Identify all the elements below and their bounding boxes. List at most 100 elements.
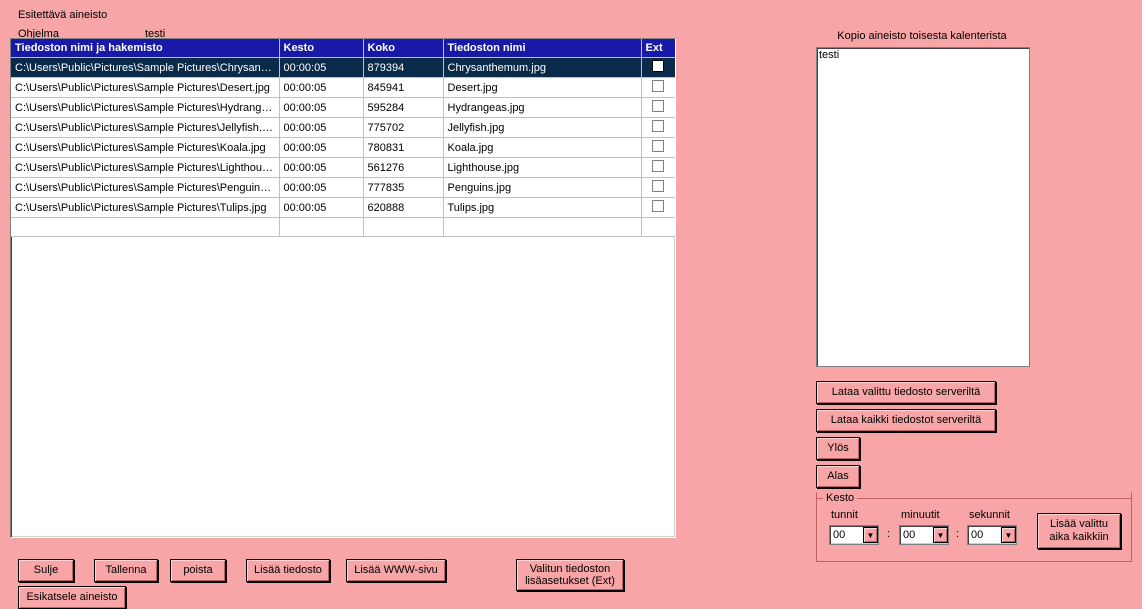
cell-kesto bbox=[279, 218, 363, 237]
cell-koko: 777835 bbox=[363, 178, 443, 198]
cell-path: C:\Users\Public\Pictures\Sample Pictures… bbox=[11, 158, 279, 178]
cell-koko: 561276 bbox=[363, 158, 443, 178]
seconds-value: 00 bbox=[968, 529, 1001, 541]
delete-button[interactable]: poista bbox=[170, 559, 226, 582]
seconds-label: sekunnit bbox=[969, 509, 1010, 521]
hours-value: 00 bbox=[830, 529, 863, 541]
cell-path: C:\Users\Public\Pictures\Sample Pictures… bbox=[11, 178, 279, 198]
apply-duration-line2: aika kaikkiin bbox=[1049, 531, 1108, 543]
add-www-button[interactable]: Lisää WWW-sivu bbox=[346, 559, 446, 582]
chevron-down-icon[interactable]: ▼ bbox=[863, 527, 878, 543]
add-file-button[interactable]: Lisää tiedosto bbox=[246, 559, 330, 582]
download-all-button[interactable]: Lataa kaikki tiedostot serveriltä bbox=[816, 409, 996, 432]
table-row[interactable]: C:\Users\Public\Pictures\Sample Pictures… bbox=[11, 58, 675, 78]
ext-checkbox[interactable] bbox=[652, 160, 664, 172]
cell-ext[interactable] bbox=[641, 198, 675, 218]
list-item[interactable]: testi bbox=[819, 49, 1027, 61]
apply-duration-button[interactable]: Lisää valittu aika kaikkiin bbox=[1037, 513, 1121, 549]
hours-label: tunnit bbox=[831, 509, 858, 521]
cell-kesto: 00:00:05 bbox=[279, 118, 363, 138]
cell-path: C:\Users\Public\Pictures\Sample Pictures… bbox=[11, 78, 279, 98]
minutes-combo[interactable]: 00 ▼ bbox=[899, 525, 949, 545]
seconds-combo[interactable]: 00 ▼ bbox=[967, 525, 1017, 545]
cell-nimi: Penguins.jpg bbox=[443, 178, 641, 198]
apply-duration-line1: Lisää valittu bbox=[1050, 518, 1108, 530]
ext-checkbox[interactable] bbox=[652, 60, 664, 72]
ext-checkbox[interactable] bbox=[652, 120, 664, 132]
table-row[interactable]: C:\Users\Public\Pictures\Sample Pictures… bbox=[11, 78, 675, 98]
col-ext[interactable]: Ext bbox=[641, 39, 675, 58]
table-row[interactable]: C:\Users\Public\Pictures\Sample Pictures… bbox=[11, 118, 675, 138]
table-row[interactable]: C:\Users\Public\Pictures\Sample Pictures… bbox=[11, 158, 675, 178]
extra-settings-button[interactable]: Valitun tiedoston lisäasetukset (Ext) bbox=[516, 559, 624, 591]
cell-ext[interactable] bbox=[641, 78, 675, 98]
cell-nimi: Tulips.jpg bbox=[443, 198, 641, 218]
download-selected-button[interactable]: Lataa valittu tiedosto serveriltä bbox=[816, 381, 996, 404]
cell-kesto: 00:00:05 bbox=[279, 138, 363, 158]
extra-settings-line1: Valitun tiedoston bbox=[530, 563, 611, 575]
ext-checkbox[interactable] bbox=[652, 200, 664, 212]
page-title: Esitettävä aineisto bbox=[18, 9, 107, 21]
close-button[interactable]: Sulje bbox=[18, 559, 74, 582]
move-down-button[interactable]: Alas bbox=[816, 465, 860, 488]
cell-koko: 845941 bbox=[363, 78, 443, 98]
table-row[interactable]: C:\Users\Public\Pictures\Sample Pictures… bbox=[11, 178, 675, 198]
cell-kesto: 00:00:05 bbox=[279, 78, 363, 98]
hours-combo[interactable]: 00 ▼ bbox=[829, 525, 879, 545]
table-row[interactable] bbox=[11, 218, 675, 237]
col-kesto[interactable]: Kesto bbox=[279, 39, 363, 58]
colon-separator: : bbox=[956, 528, 959, 540]
save-button[interactable]: Tallenna bbox=[94, 559, 158, 582]
col-koko[interactable]: Koko bbox=[363, 39, 443, 58]
cell-ext[interactable] bbox=[641, 218, 675, 237]
cell-ext[interactable] bbox=[641, 118, 675, 138]
calendar-list[interactable]: testi bbox=[816, 47, 1030, 367]
duration-group: Kesto tunnit minuutit sekunnit 00 ▼ : 00… bbox=[816, 492, 1132, 562]
cell-ext[interactable] bbox=[641, 138, 675, 158]
copy-title: Kopio aineisto toisesta kalenterista bbox=[828, 30, 1016, 42]
file-table[interactable]: Tiedoston nimi ja hakemisto Kesto Koko T… bbox=[10, 38, 676, 538]
table-row[interactable]: C:\Users\Public\Pictures\Sample Pictures… bbox=[11, 198, 675, 218]
cell-path: C:\Users\Public\Pictures\Sample Pictures… bbox=[11, 118, 279, 138]
cell-kesto: 00:00:05 bbox=[279, 158, 363, 178]
cell-nimi: Lighthouse.jpg bbox=[443, 158, 641, 178]
ext-checkbox[interactable] bbox=[652, 140, 664, 152]
cell-koko: 595284 bbox=[363, 98, 443, 118]
duration-legend: Kesto bbox=[823, 492, 857, 504]
ext-checkbox[interactable] bbox=[652, 80, 664, 92]
chevron-down-icon[interactable]: ▼ bbox=[1001, 527, 1016, 543]
cell-nimi bbox=[443, 218, 641, 237]
colon-separator: : bbox=[887, 528, 890, 540]
cell-koko bbox=[363, 218, 443, 237]
cell-path: C:\Users\Public\Pictures\Sample Pictures… bbox=[11, 198, 279, 218]
cell-nimi: Koala.jpg bbox=[443, 138, 641, 158]
cell-ext[interactable] bbox=[641, 98, 675, 118]
cell-nimi: Jellyfish.jpg bbox=[443, 118, 641, 138]
table-row[interactable]: C:\Users\Public\Pictures\Sample Pictures… bbox=[11, 138, 675, 158]
chevron-down-icon[interactable]: ▼ bbox=[933, 527, 948, 543]
cell-koko: 879394 bbox=[363, 58, 443, 78]
col-nimi[interactable]: Tiedoston nimi bbox=[443, 39, 641, 58]
preview-button[interactable]: Esikatsele aineisto bbox=[18, 586, 126, 609]
move-up-button[interactable]: Ylös bbox=[816, 437, 860, 460]
cell-nimi: Hydrangeas.jpg bbox=[443, 98, 641, 118]
cell-kesto: 00:00:05 bbox=[279, 58, 363, 78]
cell-koko: 620888 bbox=[363, 198, 443, 218]
cell-koko: 775702 bbox=[363, 118, 443, 138]
table-row[interactable]: C:\Users\Public\Pictures\Sample Pictures… bbox=[11, 98, 675, 118]
ext-checkbox[interactable] bbox=[652, 180, 664, 192]
col-path[interactable]: Tiedoston nimi ja hakemisto bbox=[11, 39, 279, 58]
cell-path bbox=[11, 218, 279, 237]
cell-ext[interactable] bbox=[641, 178, 675, 198]
cell-kesto: 00:00:05 bbox=[279, 198, 363, 218]
cell-ext[interactable] bbox=[641, 158, 675, 178]
cell-ext[interactable] bbox=[641, 58, 675, 78]
cell-nimi: Desert.jpg bbox=[443, 78, 641, 98]
cell-path: C:\Users\Public\Pictures\Sample Pictures… bbox=[11, 58, 279, 78]
cell-nimi: Chrysanthemum.jpg bbox=[443, 58, 641, 78]
cell-path: C:\Users\Public\Pictures\Sample Pictures… bbox=[11, 138, 279, 158]
ext-checkbox[interactable] bbox=[652, 100, 664, 112]
cell-path: C:\Users\Public\Pictures\Sample Pictures… bbox=[11, 98, 279, 118]
minutes-label: minuutit bbox=[901, 509, 940, 521]
minutes-value: 00 bbox=[900, 529, 933, 541]
